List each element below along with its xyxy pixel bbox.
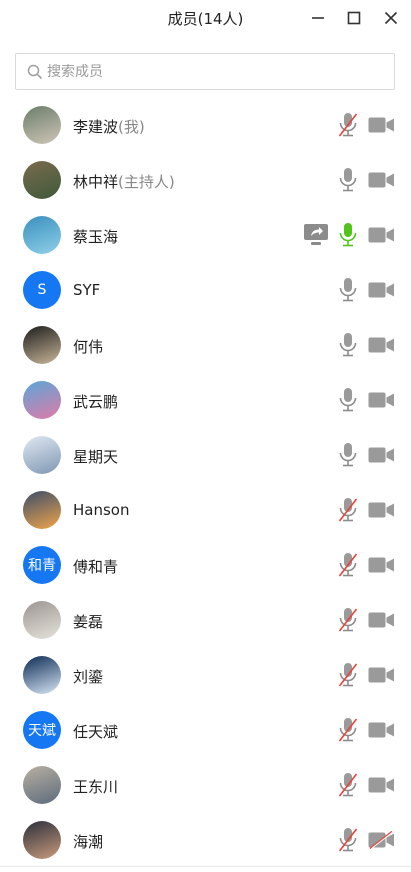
avatar — [23, 766, 61, 804]
member-name-text: SYF — [73, 281, 101, 299]
mic-muted-icon[interactable] — [338, 662, 358, 688]
avatar — [23, 381, 61, 419]
microphone-icon[interactable] — [338, 277, 358, 303]
close-icon — [384, 11, 398, 25]
member-name: 任天斌 — [73, 721, 118, 742]
camera-icon[interactable] — [368, 721, 395, 739]
member-name-text: Hanson — [73, 501, 130, 519]
maximize-icon — [347, 11, 361, 25]
member-name: 傅和青 — [73, 556, 118, 577]
camera-icon[interactable] — [368, 776, 395, 794]
camera-icon[interactable] — [368, 556, 395, 574]
avatar — [23, 106, 61, 144]
avatar — [23, 216, 61, 254]
camera-icon[interactable] — [368, 226, 395, 244]
member-row[interactable]: 姜磊 — [0, 593, 411, 648]
member-row[interactable]: S SYF — [0, 263, 411, 318]
title-bar: 成员(14人) — [0, 0, 411, 36]
avatar — [23, 161, 61, 199]
member-row[interactable]: 和青 傅和青 — [0, 538, 411, 593]
minimize-icon — [312, 17, 324, 19]
member-name: 王东川 — [73, 776, 118, 797]
member-name-text: 刘鎏 — [73, 668, 104, 686]
member-row[interactable]: 武云鹏 — [0, 373, 411, 428]
camera-icon[interactable] — [368, 446, 395, 464]
mic-muted-icon[interactable] — [338, 772, 358, 798]
avatar: 天斌 — [23, 711, 61, 749]
search-icon — [27, 64, 43, 80]
camera-icon[interactable] — [368, 171, 395, 189]
camera-icon[interactable] — [368, 611, 395, 629]
microphone-icon[interactable] — [338, 442, 358, 468]
maximize-button[interactable] — [341, 6, 367, 30]
member-row[interactable]: 王东川 — [0, 758, 411, 813]
camera-icon[interactable] — [368, 281, 395, 299]
member-name: 海潮 — [73, 831, 103, 852]
member-name-text: 李建波 — [73, 118, 119, 136]
member-row[interactable]: 天斌 任天斌 — [0, 703, 411, 758]
close-button[interactable] — [378, 6, 404, 30]
member-name: Hanson — [73, 501, 129, 519]
member-name: SYF — [73, 281, 100, 299]
avatar — [23, 436, 61, 474]
avatar: 和青 — [23, 546, 61, 584]
member-name-text: 王东川 — [73, 778, 119, 796]
avatar — [23, 491, 61, 529]
mic-muted-icon[interactable] — [338, 717, 358, 743]
member-name: 李建波(我) — [73, 116, 145, 137]
avatar — [23, 326, 61, 364]
member-list: 李建波(我) 林中祥(主持人) 蔡玉海 S SYF 何伟武云鹏星期天 Hanson 和青 傅和青… — [0, 98, 411, 868]
member-name: 蔡玉海 — [73, 226, 118, 247]
member-name-text: 林中祥 — [73, 173, 119, 191]
search-input[interactable] — [47, 63, 367, 80]
camera-icon[interactable] — [368, 666, 395, 684]
member-row[interactable]: 李建波(我) — [0, 98, 411, 153]
microphone-icon[interactable] — [338, 387, 358, 413]
mic-muted-icon[interactable] — [338, 497, 358, 523]
member-name: 星期天 — [73, 446, 118, 467]
member-name: 刘鎏 — [73, 666, 103, 687]
member-name: 姜磊 — [73, 611, 103, 632]
microphone-icon[interactable] — [338, 222, 358, 248]
minimize-button[interactable] — [305, 6, 331, 30]
mic-muted-icon[interactable] — [338, 827, 358, 853]
member-name-text: 何伟 — [73, 338, 104, 356]
mic-muted-icon[interactable] — [338, 112, 358, 138]
member-name-text: 蔡玉海 — [73, 228, 119, 246]
avatar — [23, 821, 61, 859]
member-name-text: 任天斌 — [73, 723, 119, 741]
member-row[interactable]: 星期天 — [0, 428, 411, 483]
member-name: 武云鹏 — [73, 391, 118, 412]
search-box[interactable] — [15, 53, 395, 90]
microphone-icon[interactable] — [338, 332, 358, 358]
microphone-icon[interactable] — [338, 167, 358, 193]
camera-icon[interactable] — [368, 116, 395, 134]
member-name-text: 姜磊 — [73, 613, 104, 631]
avatar — [23, 656, 61, 694]
member-name: 林中祥(主持人) — [73, 171, 175, 192]
camera-icon[interactable] — [368, 501, 395, 519]
member-row[interactable]: Hanson — [0, 483, 411, 538]
divider — [0, 866, 411, 867]
avatar — [23, 601, 61, 639]
screen-share-icon[interactable] — [303, 223, 329, 251]
member-role-label: (我) — [118, 118, 145, 136]
member-name-text: 星期天 — [73, 448, 119, 466]
camera-icon[interactable] — [368, 336, 395, 354]
member-row[interactable]: 蔡玉海 — [0, 208, 411, 263]
mic-muted-icon[interactable] — [338, 607, 358, 633]
member-role-label: (主持人) — [118, 173, 175, 191]
avatar: S — [23, 271, 61, 309]
member-row[interactable]: 海潮 — [0, 813, 411, 868]
member-name-text: 海潮 — [73, 833, 104, 851]
member-row[interactable]: 林中祥(主持人) — [0, 153, 411, 208]
member-row[interactable]: 刘鎏 — [0, 648, 411, 703]
member-name: 何伟 — [73, 336, 103, 357]
member-name-text: 傅和青 — [73, 558, 119, 576]
member-row[interactable]: 何伟 — [0, 318, 411, 373]
camera-icon[interactable] — [368, 391, 395, 409]
camera-disabled-icon[interactable] — [368, 830, 395, 850]
mic-muted-icon[interactable] — [338, 552, 358, 578]
member-name-text: 武云鹏 — [73, 393, 119, 411]
